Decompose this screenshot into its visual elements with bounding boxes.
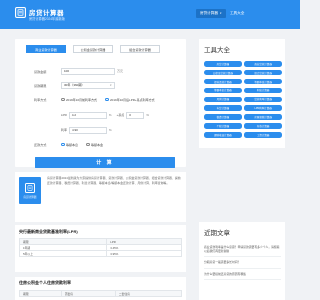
rate-option-lpr[interactable]: 2019年10月后LPR+基点利率方式 xyxy=(105,98,155,102)
intro-card: 房贷计算器 房贷计算器2024最新版为大家提供房贷计算器、贷款计算器、公积金贷款… xyxy=(15,172,186,222)
repay-label: 还款方式 xyxy=(34,143,47,147)
site-subtitle: 房贷计算器2024年最新版 xyxy=(29,17,65,21)
lpr-label: LPR xyxy=(61,113,67,118)
repay-option-equal-installment[interactable]: 等额本息 xyxy=(61,143,78,147)
table-header: 首套房 xyxy=(60,290,116,297)
rate-value-label: 利率 xyxy=(61,128,68,133)
rate-value-row: 利率 4.90 % xyxy=(61,127,112,134)
amount-input[interactable]: 100 xyxy=(61,68,115,75)
tool-link[interactable]: 月供计算器 xyxy=(204,96,242,103)
news-link[interactable]: 分期房贷一般需要多长时间？ xyxy=(204,260,281,269)
table-header-row: 期限 首套房 二套住房 xyxy=(19,290,183,297)
chevron-down-icon: ▼ xyxy=(219,12,222,15)
calculator-icon xyxy=(25,182,35,193)
fund-rate-table: 期限 首套房 二套住房 xyxy=(19,290,183,297)
radio-icon xyxy=(61,97,65,102)
rate-option-old[interactable]: 2019年10月前利率方式 xyxy=(61,98,97,102)
tool-link[interactable]: 提前还款计算器 xyxy=(204,78,242,85)
bp-input[interactable]: 0 xyxy=(126,112,145,119)
fund-rate-title: 住房公积金个人住房贷款利率 xyxy=(19,280,71,285)
rate-method-label: 利率方式 xyxy=(34,98,47,102)
tool-link[interactable]: 车贷计算器 xyxy=(204,105,242,111)
main-nav: 房贷计算器 ▼ 工具大全 xyxy=(196,9,248,18)
term-label: 贷款期限 xyxy=(34,83,47,88)
tool-link[interactable]: 组合贷款计算器 xyxy=(244,69,282,76)
rate-value-input[interactable]: 4.90 xyxy=(69,127,108,134)
tools-title: 工具大全 xyxy=(204,47,230,54)
calculator-card: 商业贷款计算器 公积金贷款计算器 组合贷款计算器 贷款金额 100 万元 贷款期… xyxy=(15,39,186,167)
term-value: 30年（360期） xyxy=(64,83,85,88)
bp-label: +基点 xyxy=(116,113,125,118)
site-header: 房贷计算器 房贷计算器2024年最新版 房贷计算器 ▼ 工具大全 xyxy=(0,0,300,29)
calculate-button[interactable]: 计 算 xyxy=(35,157,175,168)
nav-item-label: 工具大全 xyxy=(229,11,245,15)
tool-link[interactable]: 商业贷款计算器 xyxy=(244,61,282,67)
repay-row: 还款方式 等额本息 等额本金 xyxy=(34,142,111,148)
tools-grid: 房贷计算器 商业贷款计算器 公积金贷款计算器 组合贷款计算器 提前还款计算器 等额本息计算… xyxy=(204,61,282,138)
term-select[interactable]: 30年（360期） ▼ xyxy=(61,82,115,89)
repay-option-equal-principal[interactable]: 等额本金 xyxy=(86,143,103,147)
radio-icon xyxy=(86,142,90,147)
rate-option-label: 2019年10月后LPR+基点利率方式 xyxy=(110,97,155,102)
lpr-row: LPR 4.2 % +基点 0 % xyxy=(61,112,149,119)
bp-unit: % xyxy=(146,113,149,118)
nav-item-calculator[interactable]: 房贷计算器 ▼ xyxy=(196,9,226,18)
table-header: 期限 xyxy=(19,290,62,297)
lpr-unit: % xyxy=(108,113,112,118)
nav-item-tools[interactable]: 工具大全 xyxy=(226,9,248,18)
table-cell: 5年以上 xyxy=(18,250,108,257)
tab-combined-loan[interactable]: 组合贷款计算器 xyxy=(120,45,160,53)
table-row: 5年以上 3.95% xyxy=(18,250,182,257)
tool-link[interactable]: 等额本金计算器 xyxy=(204,87,242,94)
tool-link[interactable]: 工资计算器 xyxy=(244,132,282,138)
fund-rate-card: 住房公积金个人住房贷款利率 期限 首套房 二套住房 xyxy=(15,277,186,300)
tool-link[interactable]: 存款计算器 xyxy=(244,123,282,129)
logo-icon[interactable] xyxy=(15,7,26,18)
tool-link[interactable]: 税费计算器 xyxy=(204,114,242,120)
tool-link[interactable]: 等额本息计算器 xyxy=(244,78,282,85)
rate-option-label: 2019年10月前利率方式 xyxy=(66,97,98,102)
app-icon: 房贷计算器 xyxy=(19,177,41,204)
news-link[interactable]: 为什么要提前还房贷的原因有哪些 xyxy=(204,272,281,280)
amount-unit: 万元 xyxy=(117,69,124,74)
lpr-rate-table: 期限 LPR 1年期 3.45% 5年以上 3.95% xyxy=(18,238,182,257)
tool-link[interactable]: 房贷计算器 xyxy=(204,61,242,67)
tool-link[interactable]: 理财收益计算器 xyxy=(204,132,242,138)
radio-selected-icon xyxy=(61,142,65,147)
tool-link[interactable]: 房屋契税计算器 xyxy=(244,114,282,120)
news-card: 近期文章 商业贷款利率是什么意思？申请贷款需要有多少个人，请留着以后我们再更新谢… xyxy=(199,222,285,300)
tool-link[interactable]: LPR利率计算器 xyxy=(244,105,282,111)
tool-link[interactable]: 公积金贷款计算器 xyxy=(204,69,242,76)
rate-method-row: 利率方式 2019年10月前利率方式 2019年10月后LPR+基点利率方式 xyxy=(34,97,163,103)
chevron-down-icon: ▼ xyxy=(109,83,112,87)
amount-row: 贷款金额 100 万元 xyxy=(34,68,123,75)
tab-fund-loan[interactable]: 公积金贷款计算器 xyxy=(73,45,113,53)
calculator-tabs: 商业贷款计算器 公积金贷款计算器 组合贷款计算器 xyxy=(26,45,160,53)
table-cell: 3.95% xyxy=(106,250,182,257)
amount-label: 贷款金额 xyxy=(34,69,47,74)
nav-item-label: 房贷计算器 xyxy=(200,11,218,15)
intro-text: 房贷计算器2024最新版为大家提供房贷计算器、贷款计算器、公积金贷款计算器、组合… xyxy=(47,176,181,185)
tool-link[interactable]: 贷款利率计算器 xyxy=(244,96,282,103)
tools-card: 工具大全 房贷计算器 商业贷款计算器 公积金贷款计算器 组合贷款计算器 提前还款计算器等… xyxy=(199,39,285,148)
repay-option-label: 等额本金 xyxy=(91,142,104,147)
tool-link[interactable]: 利息计算器 xyxy=(244,87,282,94)
table-header: 二套住房 xyxy=(114,290,183,297)
repay-option-label: 等额本息 xyxy=(66,142,79,147)
news-list: 商业贷款利率是什么意思？申请贷款需要有多少个人，请留着以后我们再更新谢谢分期房贷… xyxy=(204,245,281,283)
tool-link[interactable]: 个税计算器 xyxy=(204,123,242,129)
term-row: 贷款期限 30年（360期） ▼ xyxy=(34,82,115,89)
tab-commercial-loan[interactable]: 商业贷款计算器 xyxy=(26,45,66,53)
lpr-rate-title: 央行最新商业贷款基准利率(LPR) xyxy=(19,229,78,234)
lpr-input[interactable]: 4.2 xyxy=(68,112,107,119)
news-link[interactable]: 商业贷款利率是什么意思？申请贷款需要有多少个人，请留着以后我们再更新谢谢 xyxy=(204,245,281,258)
rate-value-unit: % xyxy=(109,128,112,133)
radio-selected-icon xyxy=(105,97,109,102)
news-title: 近期文章 xyxy=(204,230,230,237)
lpr-rate-card: 央行最新商业贷款基准利率(LPR) 期限 LPR 1年期 3.45% 5年以上 … xyxy=(15,225,186,272)
app-icon-label: 房贷计算器 xyxy=(23,195,37,199)
